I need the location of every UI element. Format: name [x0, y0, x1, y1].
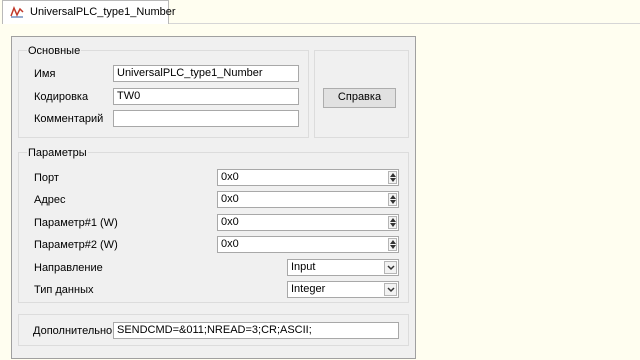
port-stepper[interactable]: 0x0: [217, 169, 399, 186]
name-field[interactable]: UniversalPLC_type1_Number: [113, 65, 299, 82]
port-label: Порт: [34, 172, 59, 184]
encoding-label: Кодировка: [34, 91, 89, 103]
datatype-label: Тип данных: [34, 284, 94, 296]
chevron-down-icon[interactable]: [384, 261, 397, 274]
address-stepper[interactable]: 0x0: [217, 191, 399, 208]
direction-select[interactable]: Input: [287, 259, 399, 276]
plc-wave-icon: [10, 5, 24, 18]
parameters-group-legend: Параметры: [27, 147, 88, 159]
param1-spin-arrows[interactable]: [388, 216, 397, 229]
param1-value: 0x0: [221, 216, 239, 228]
port-value: 0x0: [221, 171, 239, 183]
tab-label: UniversalPLC_type1_Number: [30, 6, 176, 18]
address-spin-arrows[interactable]: [388, 193, 397, 206]
param2-stepper[interactable]: 0x0: [217, 236, 399, 253]
datatype-value: Integer: [291, 283, 326, 295]
comment-field[interactable]: [113, 110, 299, 127]
address-label: Адрес: [34, 194, 66, 206]
name-label: Имя: [34, 68, 56, 80]
address-value: 0x0: [221, 193, 239, 205]
param1-stepper[interactable]: 0x0: [217, 214, 399, 231]
datatype-select[interactable]: Integer: [287, 281, 399, 298]
port-spin-arrows[interactable]: [388, 171, 397, 184]
help-button[interactable]: Справка: [323, 88, 396, 108]
param2-label: Параметр#2 (W): [34, 239, 118, 251]
properties-panel: Основные Имя UniversalPLC_type1_Number К…: [11, 36, 416, 359]
extra-field[interactable]: SENDCMD=&011;NREAD=3;CR;ASCII;: [113, 322, 399, 339]
param2-value: 0x0: [221, 238, 239, 250]
extra-label: Дополнительно: [33, 325, 113, 337]
comment-label: Комментарий: [34, 113, 104, 125]
chevron-down-icon[interactable]: [384, 283, 397, 296]
direction-value: Input: [291, 261, 316, 273]
tab-universalplc[interactable]: UniversalPLC_type1_Number: [2, 0, 176, 24]
param2-spin-arrows[interactable]: [388, 238, 397, 251]
direction-label: Направление: [34, 262, 103, 274]
param1-label: Параметр#1 (W): [34, 217, 118, 229]
encoding-field[interactable]: TW0: [113, 88, 299, 105]
basic-group-legend: Основные: [27, 45, 82, 57]
tab-bar-divider: [169, 23, 640, 24]
